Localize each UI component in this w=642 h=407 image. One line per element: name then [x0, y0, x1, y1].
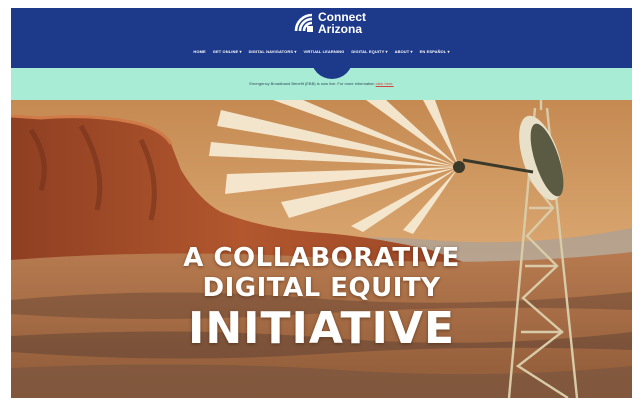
site-logo[interactable]: Connect Arizona: [293, 11, 366, 35]
hero-banner: A COLLABORATIVE DIGITAL EQUITY INITIATIV…: [11, 100, 632, 398]
nav-item-about[interactable]: ABOUT ▾: [395, 46, 413, 58]
site-name: Connect Arizona: [318, 11, 366, 35]
nav-item-get-online[interactable]: GET ONLINE ▾: [213, 46, 242, 58]
nav-item-virtual-learning[interactable]: VIRTUAL LEARNING: [303, 46, 344, 58]
notice-text: Emergency Broadband Benefit (EBB) is now…: [11, 81, 632, 86]
notice-message: Emergency Broadband Benefit (EBB) is now…: [249, 81, 376, 86]
hero-line-3: INITIATIVE: [187, 303, 456, 354]
nav-item-home[interactable]: HOME: [193, 46, 205, 58]
connect-arizona-logo-icon: [294, 13, 313, 32]
nav-item-digital-navigators[interactable]: DIGITAL NAVIGATORS ▾: [249, 46, 297, 58]
hero-line-1: A COLLABORATIVE: [183, 243, 460, 273]
nav-item-digital-equity[interactable]: DIGITAL EQUITY ▾: [351, 46, 387, 58]
main-nav: HOME GET ONLINE ▾ DIGITAL NAVIGATORS ▾ V…: [11, 46, 632, 58]
hero-line-2: DIGITAL EQUITY: [202, 273, 441, 303]
hero-headline: A COLLABORATIVE DIGITAL EQUITY INITIATIV…: [11, 243, 632, 355]
notice-link[interactable]: click here.: [376, 81, 394, 86]
site-name-line2: Arizona: [318, 22, 363, 36]
nav-item-en-espanol[interactable]: EN ESPAÑOL ▾: [420, 46, 450, 58]
page-frame: Connect Arizona HOME GET ONLINE ▾ DIGITA…: [11, 8, 632, 398]
